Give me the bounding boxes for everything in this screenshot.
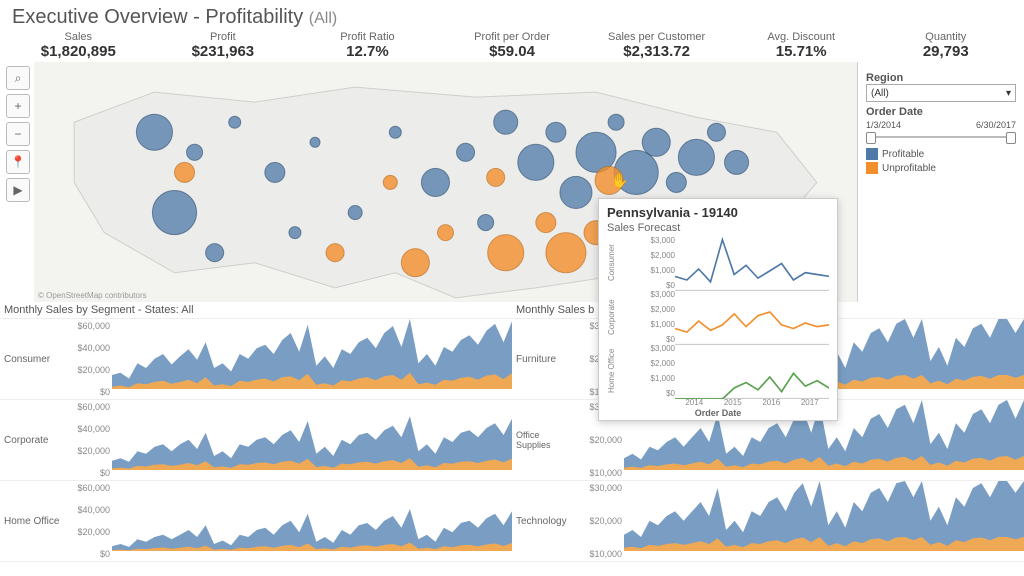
title-scope: (All) bbox=[309, 10, 337, 27]
kpi-profit[interactable]: Profit$231,963 bbox=[151, 31, 296, 60]
region-label: Region bbox=[866, 72, 1016, 84]
map-attribution: © OpenStreetMap contributors bbox=[38, 291, 147, 300]
legend-unprofitable[interactable]: Unprofitable bbox=[866, 162, 1016, 174]
chart-corporate[interactable] bbox=[112, 400, 512, 480]
search-icon[interactable]: ⌕ bbox=[6, 66, 30, 90]
segment-panel: Monthly Sales by Segment - States: All C… bbox=[0, 302, 512, 562]
tooltip-header: Pennsylvania - 19140 bbox=[607, 205, 829, 220]
kpi-profit-ratio[interactable]: Profit Ratio12.7% bbox=[295, 31, 440, 60]
kpi-row: Sales$1,820,895 Profit$231,963 Profit Ra… bbox=[0, 31, 1024, 62]
kpi-avg-discount[interactable]: Avg. Discount15.71% bbox=[729, 31, 874, 60]
zoom-out-icon[interactable]: − bbox=[6, 122, 30, 146]
chevron-down-icon: ▾ bbox=[1006, 88, 1011, 99]
chart-consumer[interactable] bbox=[112, 319, 512, 399]
title-main: Executive Overview - Profitability bbox=[12, 6, 303, 28]
kpi-sales-per-customer[interactable]: Sales per Customer$2,313.72 bbox=[584, 31, 729, 60]
legend-profitable[interactable]: Profitable bbox=[866, 148, 1016, 160]
filter-panel: Region (All) ▾ Order Date 1/3/2014 6/30/… bbox=[857, 62, 1024, 302]
pin-icon[interactable]: 📍 bbox=[6, 150, 30, 174]
page-title: Executive Overview - Profitability (All) bbox=[0, 0, 1024, 31]
date-slider[interactable] bbox=[866, 132, 1016, 142]
play-icon[interactable]: ▶ bbox=[6, 178, 30, 202]
region-select[interactable]: (All) ▾ bbox=[866, 84, 1016, 102]
svg-text:✋: ✋ bbox=[611, 172, 628, 188]
segment-panel-title: Monthly Sales by Segment - States: All bbox=[0, 302, 512, 319]
date-end: 6/30/2017 bbox=[976, 120, 1016, 130]
tooltip-chart-home-office bbox=[675, 344, 829, 398]
order-date-label: Order Date bbox=[866, 106, 1016, 118]
kpi-profit-per-order[interactable]: Profit per Order$59.04 bbox=[440, 31, 585, 60]
chart-home-office[interactable] bbox=[112, 481, 512, 561]
tooltip-chart-corporate bbox=[675, 290, 829, 344]
date-start: 1/3/2014 bbox=[866, 120, 901, 130]
zoom-in-icon[interactable]: + bbox=[6, 94, 30, 118]
kpi-quantity[interactable]: Quantity29,793 bbox=[873, 31, 1018, 60]
tooltip-chart-consumer bbox=[675, 236, 829, 290]
map-tooltip: Pennsylvania - 19140 Sales Forecast Cons… bbox=[598, 198, 838, 421]
chart-technology[interactable] bbox=[624, 481, 1024, 561]
map-toolbar: ⌕ + − 📍 ▶ bbox=[0, 62, 34, 302]
tooltip-subtitle: Sales Forecast bbox=[607, 222, 829, 234]
kpi-sales[interactable]: Sales$1,820,895 bbox=[6, 31, 151, 60]
